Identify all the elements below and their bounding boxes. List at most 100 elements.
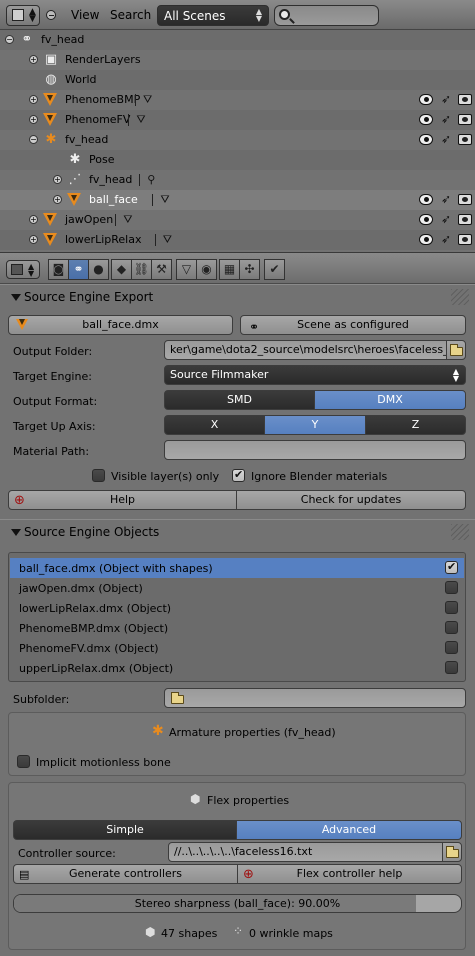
visible-layers-checkbox[interactable] <box>92 469 105 482</box>
stereo-sharpness-slider[interactable]: Stereo sharpness (ball_face): 90.00% <box>13 894 462 913</box>
data-tab-icon[interactable]: ▽ <box>176 259 197 280</box>
export-object-item[interactable]: ball_face.dmx (Object with shapes) <box>10 558 464 578</box>
outliner-row[interactable]: + ⋰ fv_head ⚲ <box>0 170 475 190</box>
export-object-button[interactable]: ball_face.dmx <box>8 315 233 335</box>
renderable-camera-icon[interactable] <box>458 214 472 225</box>
modifiers-tab-icon[interactable]: ⚒ <box>151 259 172 280</box>
outliner-row[interactable]: ✱ Pose <box>0 150 475 170</box>
export-object-checkbox[interactable] <box>445 601 458 614</box>
constraints-tab-icon[interactable]: ⛓ <box>131 259 152 280</box>
panel-grip-icon[interactable] <box>451 524 469 540</box>
material-path-field[interactable] <box>164 440 466 460</box>
collapse-menu-icon[interactable] <box>46 10 56 20</box>
physics-tab-icon[interactable]: ✔ <box>264 259 285 280</box>
selectable-cursor-icon[interactable]: ➶ <box>439 233 453 245</box>
expand-toggle-icon[interactable]: + <box>29 235 38 244</box>
renderable-camera-icon[interactable] <box>458 114 472 125</box>
browse-folder-button[interactable] <box>446 340 466 360</box>
outliner-row-label[interactable]: World <box>65 73 97 86</box>
selectable-cursor-icon[interactable]: ➶ <box>439 113 453 125</box>
axis-x-option[interactable]: X <box>164 415 265 435</box>
bone-data-icon[interactable]: ⚲ <box>147 174 155 185</box>
outliner-row-label[interactable]: Pose <box>89 153 114 166</box>
outliner-row-label[interactable]: PhenomeBMP <box>65 93 140 106</box>
export-object-checkbox[interactable] <box>445 581 458 594</box>
scene-tab-icon[interactable]: ⚭ <box>68 259 89 280</box>
outliner-row[interactable]: + jawOpen ⛛ ➶ <box>0 210 475 230</box>
expand-toggle-icon[interactable]: + <box>29 95 38 104</box>
mesh-data-icon[interactable]: ⛛ <box>160 194 169 205</box>
outliner-row[interactable]: + ▣ RenderLayers <box>0 50 475 70</box>
export-object-item[interactable]: lowerLipRelax.dmx (Object) <box>10 598 464 618</box>
renderable-camera-icon[interactable] <box>458 234 472 245</box>
export-object-item[interactable]: upperLipRelax.dmx (Object) <box>10 658 464 678</box>
export-object-checkbox[interactable] <box>445 560 458 574</box>
visibility-eye-icon[interactable] <box>419 194 433 205</box>
help-button[interactable]: ⊕ Help <box>8 490 237 510</box>
collapse-toggle-icon[interactable]: − <box>29 135 38 144</box>
controller-source-field[interactable]: //..\..\..\..\..\faceless16.txt <box>168 842 443 862</box>
flex-advanced-option[interactable]: Advanced <box>236 820 462 840</box>
export-object-checkbox[interactable] <box>445 641 458 654</box>
visibility-eye-icon[interactable] <box>419 214 433 225</box>
material-tab-icon[interactable]: ◉ <box>196 259 217 280</box>
particles-tab-icon[interactable]: ✣ <box>239 259 260 280</box>
export-object-checkbox[interactable] <box>445 661 458 674</box>
collapse-toggle-icon[interactable]: − <box>5 35 14 44</box>
texture-tab-icon[interactable]: ▦ <box>219 259 240 280</box>
outliner-row[interactable]: + lowerLipRelax ⛛ ➶ <box>0 230 475 250</box>
format-smd-option[interactable]: SMD <box>164 390 315 410</box>
outliner-row-label[interactable]: fv_head <box>41 33 84 46</box>
selectable-cursor-icon[interactable]: ➶ <box>439 213 453 225</box>
editor-type-button[interactable]: ▲ ▼ <box>6 5 40 26</box>
display-mode-select[interactable]: All Scenes ▲ ▼ <box>157 5 269 26</box>
search-menu[interactable]: Search <box>110 8 151 22</box>
export-object-item[interactable]: jawOpen.dmx (Object) <box>10 578 464 598</box>
generate-controllers-button[interactable]: ▤ Generate controllers <box>13 864 238 884</box>
outliner-row[interactable]: − ✱ fv_head ➶ <box>0 130 475 150</box>
export-scene-button[interactable]: ⚭ Scene as configured <box>240 315 466 335</box>
mesh-data-icon[interactable]: ⛛ <box>123 214 132 225</box>
editor-type-button[interactable]: ▲ ▼ <box>6 260 40 279</box>
selectable-cursor-icon[interactable]: ➶ <box>439 93 453 105</box>
world-tab-icon[interactable]: ● <box>88 259 109 280</box>
export-object-item[interactable]: PhenomeBMP.dmx (Object) <box>10 618 464 638</box>
outliner-row[interactable]: + PhenomeBMP ⛛ ➶ <box>0 90 475 110</box>
subfolder-field[interactable] <box>164 688 466 708</box>
outliner-row-label[interactable]: lowerLipRelax <box>65 233 141 246</box>
axis-y-option[interactable]: Y <box>264 415 366 435</box>
outliner-row-label[interactable]: fv_head <box>65 133 108 146</box>
check-updates-button[interactable]: Check for updates <box>236 490 466 510</box>
render-tab-icon[interactable]: ◙ <box>48 259 69 280</box>
selectable-cursor-icon[interactable]: ➶ <box>439 133 453 145</box>
outliner-row[interactable]: − ⚭ fv_head <box>0 30 475 50</box>
object-tab-icon[interactable]: ◆ <box>111 259 132 280</box>
target-engine-select[interactable]: Source Filmmaker ▲ ▼ <box>164 365 466 385</box>
outliner-row-label[interactable]: jawOpen <box>65 213 113 226</box>
flex-help-button[interactable]: ⊕ Flex controller help <box>237 864 462 884</box>
expand-toggle-icon[interactable]: + <box>29 215 38 224</box>
panel-grip-icon[interactable] <box>451 289 469 305</box>
view-menu[interactable]: View <box>71 8 99 22</box>
mesh-data-icon[interactable]: ⛛ <box>163 234 172 245</box>
visibility-eye-icon[interactable] <box>419 234 433 245</box>
expand-toggle-icon[interactable]: + <box>53 175 62 184</box>
axis-z-option[interactable]: Z <box>365 415 466 435</box>
flex-simple-option[interactable]: Simple <box>13 820 237 840</box>
renderable-camera-icon[interactable] <box>458 194 472 205</box>
export-object-item[interactable]: PhenomeFV.dmx (Object) <box>10 638 464 658</box>
outliner-row-label[interactable]: PhenomeFV <box>65 113 130 126</box>
renderable-camera-icon[interactable] <box>458 134 472 145</box>
outliner-row-label[interactable]: RenderLayers <box>65 53 141 66</box>
browse-controller-button[interactable] <box>442 842 462 862</box>
export-panel-header[interactable]: Source Engine Export <box>0 284 475 308</box>
outliner-row-label[interactable]: fv_head <box>89 173 132 186</box>
visibility-eye-icon[interactable] <box>419 134 433 145</box>
outliner-search-input[interactable] <box>274 5 379 26</box>
outliner-row[interactable]: ◍ World <box>0 70 475 90</box>
mesh-data-icon[interactable]: ⛛ <box>143 94 152 105</box>
outliner-row-label[interactable]: ball_face <box>89 193 138 206</box>
expand-toggle-icon[interactable]: + <box>53 195 62 204</box>
outliner-row[interactable]: + PhenomeFV ⛛ ➶ <box>0 110 475 130</box>
implicit-bone-checkbox[interactable] <box>17 755 30 768</box>
